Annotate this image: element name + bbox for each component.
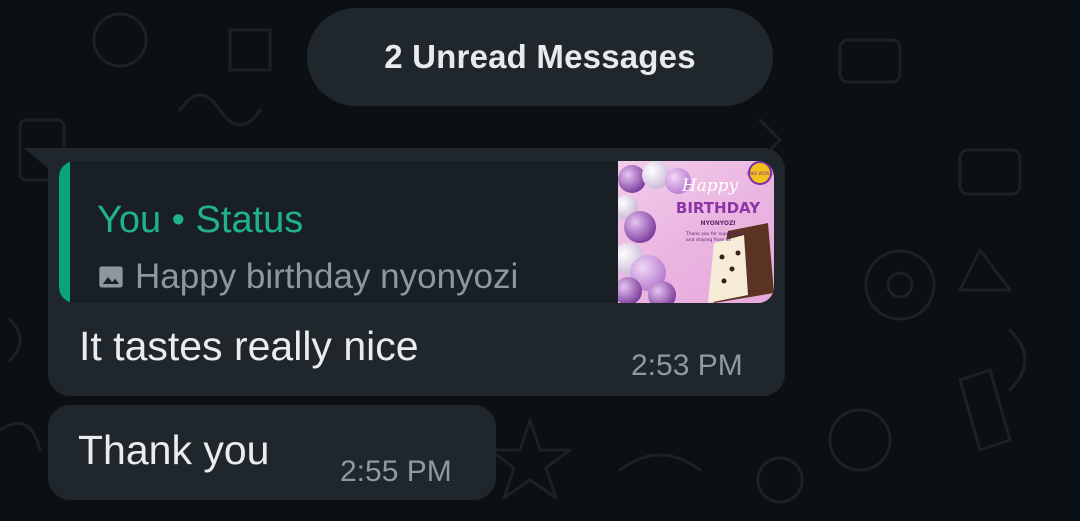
message-bubble[interactable]: Thank you 2:55 PM [48, 405, 496, 500]
quote-author: You • Status [97, 199, 304, 241]
card-happy: Happy [681, 176, 739, 196]
card-caption-2: and staying from us [686, 237, 732, 243]
quote-preview: Happy birthday nyonyozi [97, 257, 518, 297]
cake-world-badge: CAKE WORLD [746, 171, 773, 176]
message-text: Thank you [78, 427, 270, 473]
card-caption-1: Thank you for supporting [685, 231, 743, 237]
bubble-tail [24, 148, 50, 170]
birthday-card-image: CAKE WORLD Happy BIRTHDAY NYONYOZI Thank… [618, 161, 774, 303]
card-subtitle: NYONYOZI [700, 220, 735, 227]
message-timestamp: 2:53 PM [631, 349, 743, 382]
message-bubble[interactable]: You • Status Happy birthday nyonyozi CAK… [48, 148, 785, 396]
quote-accent-bar [59, 161, 70, 303]
card-title: BIRTHDAY [676, 199, 761, 217]
unread-messages-banner: 2 Unread Messages [307, 8, 773, 106]
status-thumbnail[interactable]: CAKE WORLD Happy BIRTHDAY NYONYOZI Thank… [618, 161, 774, 303]
quote-preview-text: Happy birthday nyonyozi [135, 257, 519, 296]
quoted-status-reply[interactable]: You • Status Happy birthday nyonyozi CAK… [59, 161, 774, 303]
message-timestamp: 2:55 PM [340, 455, 452, 488]
message-text: It tastes really nice [79, 323, 419, 369]
unread-messages-label: 2 Unread Messages [384, 38, 696, 75]
image-icon [99, 266, 123, 288]
